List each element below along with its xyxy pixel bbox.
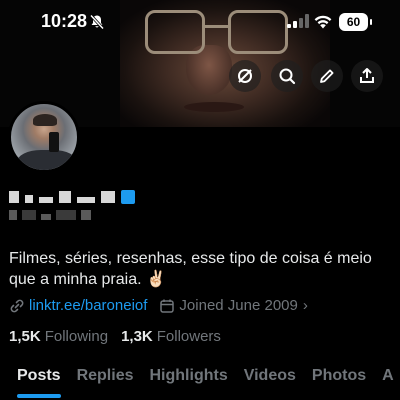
bio-line-1: Filmes, séries, resenhas, esse tipo de c… [9, 250, 372, 267]
tab-photos-label: Photos [311, 367, 367, 384]
tab-highlights[interactable]: Highlights [142, 366, 236, 400]
joined-date[interactable]: Joined June 2009 [179, 297, 297, 314]
share-icon [360, 68, 374, 83]
battery-indicator: 60 [339, 13, 372, 31]
profile-meta: linktr.ee/baroneiof Joined June 2009 › [9, 297, 308, 314]
tab-photos[interactable]: Photos [304, 366, 374, 400]
followers-stat[interactable]: 1,3K Followers [121, 328, 221, 345]
active-tab-indicator [17, 394, 61, 398]
status-time: 10:28 [41, 11, 88, 31]
followers-count: 1,3K [121, 328, 153, 345]
banner-glasses-right [228, 10, 288, 54]
followers-label: Followers [156, 328, 221, 345]
avatar-hair [33, 114, 57, 126]
following-count: 1,5K [9, 328, 41, 345]
calendar-icon [160, 299, 175, 313]
bio-line-2: que a minha praia. ✌🏻 [9, 271, 166, 288]
tab-replies[interactable]: Replies [69, 366, 142, 400]
banner-glasses-bridge [204, 25, 230, 28]
avatar-phone [49, 132, 59, 152]
display-name-redacted [9, 190, 135, 204]
tab-videos-label: Videos [243, 367, 296, 384]
chevron-right-icon[interactable]: › [303, 297, 308, 314]
banner-mouth [184, 102, 244, 112]
tab-highlights-label: Highlights [149, 367, 228, 384]
profile-link[interactable]: linktr.ee/baroneiof [29, 297, 147, 314]
wifi-icon [314, 15, 332, 29]
tab-replies-label: Replies [76, 367, 134, 384]
search-button[interactable] [271, 60, 303, 92]
avatar[interactable] [8, 101, 80, 173]
tab-posts-label: Posts [17, 367, 61, 384]
edit-icon [320, 69, 334, 83]
profile-bio: Filmes, séries, resenhas, esse tipo de c… [9, 248, 394, 290]
share-button[interactable] [351, 60, 383, 92]
tab-videos[interactable]: Videos [236, 366, 304, 400]
verified-badge [121, 190, 135, 204]
banner-glasses-left [145, 10, 205, 54]
bell-off-icon [89, 14, 105, 30]
signal-icon [287, 14, 309, 28]
tab-articles-label: A [382, 367, 394, 384]
tab-articles[interactable]: A [374, 366, 400, 400]
avatar-shirt [17, 150, 77, 170]
edit-button[interactable] [311, 60, 343, 92]
following-label: Following [44, 328, 109, 345]
tab-posts[interactable]: Posts [0, 366, 69, 400]
follow-stats: 1,5K Following 1,3K Followers [9, 328, 234, 345]
handle-redacted [9, 210, 91, 220]
following-stat[interactable]: 1,5K Following [9, 328, 108, 345]
remove-icon [238, 69, 252, 83]
search-icon [279, 68, 296, 85]
profile-tabs: Posts Replies Highlights Videos Photos A [0, 366, 400, 400]
link-icon [10, 299, 24, 312]
remove-banner-button[interactable] [229, 60, 261, 92]
